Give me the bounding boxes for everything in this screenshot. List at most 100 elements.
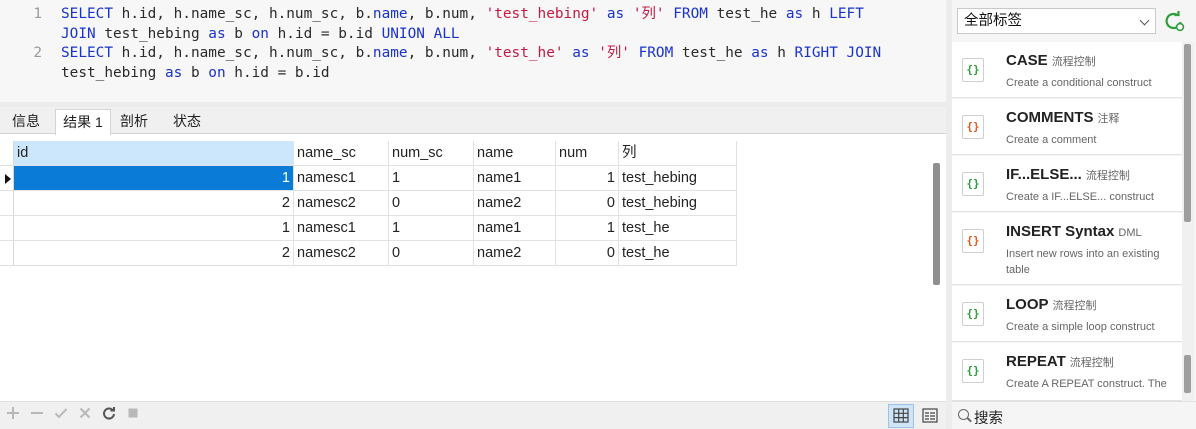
refresh-snippets-icon[interactable] [1162, 9, 1186, 33]
snippet-title: LOOP 流程控制 [1006, 296, 1097, 313]
table-cell[interactable]: test_he [619, 241, 737, 266]
snippet-code-icon: {} [962, 115, 984, 139]
snippet-description: Create a comment [1006, 134, 1097, 146]
sql-identifier: h [768, 45, 795, 61]
table-cell[interactable]: 1 [14, 166, 294, 191]
table-cell[interactable]: test_he [619, 216, 737, 241]
table-cell[interactable]: namesc2 [294, 241, 389, 266]
column-header-name[interactable]: name [474, 141, 556, 166]
sql-string: 'test_hebing' [485, 6, 599, 22]
sql-editor[interactable]: 1 SELECT h.id, h.name_sc, h.num_sc, b.nam… [0, 0, 946, 102]
column-header-id[interactable]: id [14, 141, 294, 166]
table-cell[interactable]: name1 [474, 166, 556, 191]
snippet-scroll-thumb-lower[interactable] [1184, 355, 1191, 393]
snippet-item[interactable]: {} INSERT Syntax DML Insert new rows into a… [952, 213, 1182, 285]
refresh-icon[interactable] [100, 406, 118, 424]
table-cell[interactable]: 1 [556, 166, 619, 191]
column-header-num[interactable]: num [556, 141, 619, 166]
snippet-code-icon: {} [962, 359, 984, 383]
tag-filter-value: 全部标签 [964, 13, 1022, 29]
sql-string: 'test_he' [485, 45, 564, 61]
grid-view-icon[interactable] [888, 404, 914, 428]
table-cell[interactable]: 0 [556, 241, 619, 266]
snippet-tag: 注释 [1097, 113, 1120, 125]
snippet-description: Create a conditional construct [1006, 77, 1152, 89]
grid-scroll-thumb[interactable] [933, 163, 940, 285]
tab-result-1[interactable]: 结果 1 [55, 109, 111, 135]
column-header-lie[interactable]: 列 [619, 141, 737, 166]
row-indicator[interactable] [0, 216, 14, 241]
snippet-code-icon: {} [962, 302, 984, 326]
line-number: 2 [33, 45, 42, 61]
sql-keyword: on [251, 26, 269, 42]
table-cell[interactable]: namesc1 [294, 216, 389, 241]
sql-identifier: h.id = b.id [268, 26, 382, 42]
table-cell[interactable]: test_hebing [619, 191, 737, 216]
snippet-description: Create a simple loop construct [1006, 321, 1155, 333]
snippet-item[interactable]: {} CASE 流程控制 Create a conditional construct [952, 42, 1182, 98]
snippet-item[interactable]: {} REPEAT 流程控制 Create A REPEAT construct. T… [952, 343, 1182, 401]
table-cell[interactable]: 0 [389, 241, 474, 266]
snippet-item[interactable]: {} IF...ELSE... 流程控制 Create a IF...ELSE... … [952, 156, 1182, 212]
form-view-icon[interactable] [917, 404, 943, 428]
x-icon[interactable] [76, 406, 94, 424]
search-input[interactable]: 搜索 [974, 407, 1003, 428]
chevron-down-icon [1139, 15, 1150, 26]
sql-keyword: as [208, 26, 226, 42]
tab-status[interactable]: 状态 [163, 109, 211, 134]
sql-keyword: as [751, 45, 769, 61]
table-cell[interactable]: 2 [14, 241, 294, 266]
sql-keyword: JOIN [61, 26, 96, 42]
sql-keyword: as [164, 65, 183, 81]
sql-identifier: , b.num, [407, 45, 486, 61]
check-icon[interactable] [52, 406, 70, 424]
table-cell[interactable]: 1 [389, 216, 474, 241]
sql-identifier: h.id, h.name_sc, h.num_sc, b. [121, 45, 373, 61]
table-cell[interactable]: 1 [14, 216, 294, 241]
sql-string: '列' [598, 45, 630, 61]
table-cell[interactable]: 0 [556, 191, 619, 216]
code-line: JOIN test_hebing as b on h.id = b.id UNI… [0, 24, 946, 44]
code-text: SELECT h.id, h.name_sc, h.num_sc, b.name… [61, 4, 864, 24]
snippet-tag: DML [1118, 227, 1142, 239]
tab-profile[interactable]: 剖析 [110, 109, 158, 134]
column-header-name_sc[interactable]: name_sc [294, 141, 389, 166]
row-indicator[interactable] [0, 191, 14, 216]
snippet-title: COMMENTS 注释 [1006, 109, 1120, 126]
snippet-search[interactable]: 搜索 [952, 401, 1196, 429]
table-cell[interactable]: namesc1 [294, 166, 389, 191]
snippet-tag: 流程控制 [1051, 56, 1096, 68]
sql-keyword: as [785, 6, 804, 22]
table-cell[interactable]: test_hebing [619, 166, 737, 191]
snippet-scroll-thumb[interactable] [1184, 44, 1191, 222]
table-cell[interactable]: 1 [389, 166, 474, 191]
sql-identifier: h.id = b.id [225, 65, 330, 81]
column-header-num_sc[interactable]: num_sc [389, 141, 474, 166]
snippet-item[interactable]: {} COMMENTS 注释 Create a comment [952, 99, 1182, 155]
table-cell[interactable]: namesc2 [294, 191, 389, 216]
tag-filter-select[interactable]: 全部标签 [957, 8, 1156, 34]
minus-icon[interactable] [28, 406, 46, 424]
row-indicator[interactable] [0, 241, 14, 266]
snippet-item[interactable]: {} LOOP 流程控制 Create a simple loop construct [952, 286, 1182, 342]
result-grid[interactable]: id name_sc num_sc name num 列 1 namesc1 1 name1 1 te… [0, 135, 946, 401]
table-cell[interactable]: name2 [474, 191, 556, 216]
table-cell[interactable]: 0 [389, 191, 474, 216]
table-cell[interactable]: 2 [14, 191, 294, 216]
current-row-arrow-icon [5, 174, 11, 184]
snippet-description: Create a IF...ELSE... construct [1006, 191, 1154, 203]
stop-icon[interactable] [124, 406, 142, 424]
code-line: test_hebing as b on h.id = b.id [0, 63, 946, 83]
snippet-title: INSERT Syntax DML [1006, 223, 1142, 240]
table-cell[interactable]: name2 [474, 241, 556, 266]
table-cell[interactable]: name1 [474, 216, 556, 241]
result-tabs: 信息 结果 1 剖析 状态 [0, 107, 946, 135]
table-cell[interactable]: 1 [556, 216, 619, 241]
sql-keyword: as [563, 45, 599, 61]
sql-identifier: b [182, 65, 209, 81]
sql-keyword: on [208, 65, 226, 81]
tab-info[interactable]: 信息 [0, 109, 52, 134]
plus-icon[interactable] [4, 406, 22, 424]
row-indicator[interactable] [0, 166, 14, 191]
sql-keyword: SELECT [61, 6, 122, 22]
